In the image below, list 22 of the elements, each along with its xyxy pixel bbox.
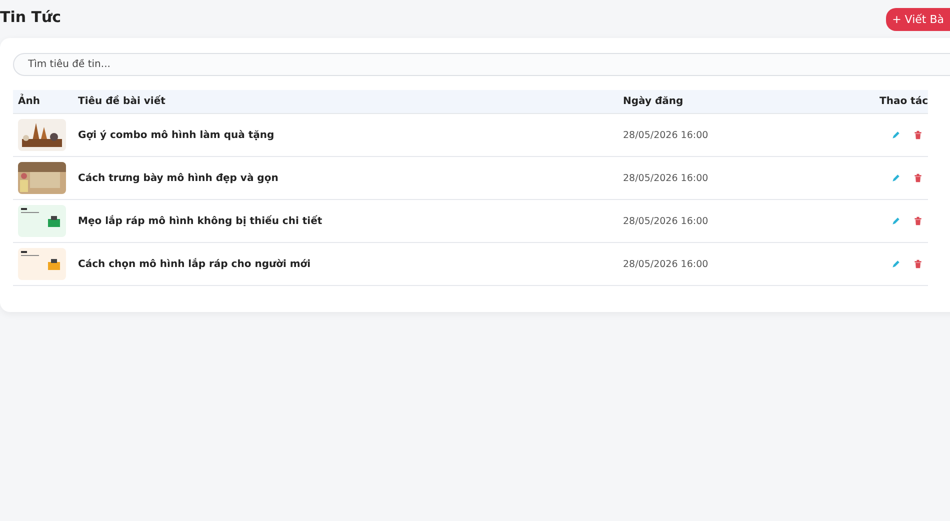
edit-icon[interactable] [891,216,901,226]
delete-icon[interactable] [913,130,923,140]
edit-icon[interactable] [891,173,901,183]
post-date: 28/05/2026 16:00 [623,114,823,156]
post-title: Cách chọn mô hình lắp ráp cho người mới [78,242,623,286]
post-title: Mẹo lắp ráp mô hình không bị thiếu chi tiết [78,200,623,242]
column-header: Tiêu đề bài viết [78,90,623,114]
post-date: 28/05/2026 16:00 [623,242,823,286]
page-title: Tin Tức [0,8,62,26]
delete-icon[interactable] [913,173,923,183]
post-date: 28/05/2026 16:00 [623,200,823,242]
post-date: 28/05/2026 16:00 [623,156,823,200]
edit-icon[interactable] [891,130,901,140]
add-post-button[interactable]: + Viết Bà [886,8,950,31]
post-title: Cách trưng bày mô hình đẹp và gọn [78,156,623,200]
column-header: Ngày đăng [623,90,823,114]
edit-icon[interactable] [891,259,901,269]
delete-icon[interactable] [913,259,923,269]
column-header: Thao tác [823,90,928,114]
delete-icon[interactable] [913,216,923,226]
post-title: Gợi ý combo mô hình làm quà tặng [78,114,623,156]
column-header: Ảnh [13,90,78,114]
